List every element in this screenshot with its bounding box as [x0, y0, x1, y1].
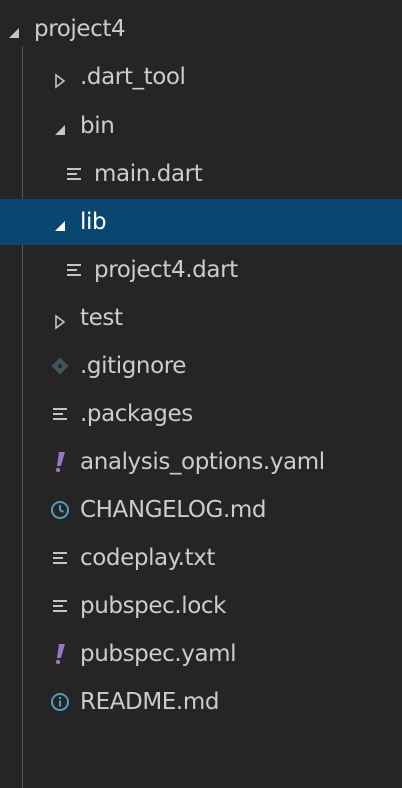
tree-item-label: README.md [80, 689, 220, 715]
tree-item-label: main.dart [94, 161, 203, 187]
tree-item-test[interactable]: test [0, 295, 402, 341]
tree-item-label: analysis_options.yaml [80, 449, 325, 475]
tree-item-label: .gitignore [80, 353, 187, 379]
tree-item-label: codeplay.txt [80, 545, 216, 571]
chevron-right-icon[interactable] [52, 69, 68, 89]
tree-item-label: bin [80, 113, 115, 139]
tree-item-packages[interactable]: .packages [0, 391, 402, 437]
yaml-exclamation-icon [50, 452, 70, 473]
tree-item-main-dart[interactable]: main.dart [0, 151, 402, 197]
tree-item-changelog-md[interactable]: CHANGELOG.md [0, 487, 402, 533]
tree-item-lib[interactable]: lib [0, 199, 402, 245]
tree-item-label: pubspec.lock [80, 593, 227, 619]
lines-file-icon [64, 164, 84, 184]
tree-item-bin[interactable]: bin [0, 103, 402, 149]
tree-item-project4[interactable]: project4 [0, 6, 402, 52]
tree-item-gitignore[interactable]: .gitignore [0, 343, 402, 389]
chevron-down-icon[interactable] [52, 214, 68, 231]
clock-icon [50, 500, 70, 520]
tree-item-pubspec-yaml[interactable]: pubspec.yaml [0, 631, 402, 677]
git-icon [50, 356, 70, 376]
tree-item-label: project4.dart [94, 257, 238, 283]
tree-item-label: project4 [34, 16, 126, 42]
lines-file-icon [50, 548, 70, 568]
tree-item-label: CHANGELOG.md [80, 497, 267, 523]
lines-file-icon [50, 404, 70, 424]
tree-item-label: pubspec.yaml [80, 641, 237, 667]
chevron-down-icon[interactable] [52, 118, 68, 135]
tree-item-project4-dart[interactable]: project4.dart [0, 247, 402, 293]
lines-file-icon [64, 260, 84, 280]
tree-item-label: .packages [80, 401, 193, 427]
tree-item-pubspec-lock[interactable]: pubspec.lock [0, 583, 402, 629]
lines-file-icon [50, 596, 70, 616]
tree-item-codeplay-txt[interactable]: codeplay.txt [0, 535, 402, 581]
chevron-right-icon[interactable] [52, 310, 68, 330]
tree-item-dart-tool[interactable]: .dart_tool [0, 54, 402, 100]
tree-item-label: test [80, 305, 123, 331]
chevron-down-icon[interactable] [6, 21, 22, 38]
tree-item-label: lib [80, 209, 107, 235]
tree-item-analysis-options-yaml[interactable]: analysis_options.yaml [0, 439, 402, 485]
tree-item-label: .dart_tool [80, 64, 186, 90]
tree-item-readme-md[interactable]: README.md [0, 679, 402, 725]
yaml-exclamation-icon [50, 644, 70, 665]
file-explorer: project4 .dart_tool bin main.dart lib pr… [0, 0, 402, 788]
info-icon [50, 692, 70, 712]
